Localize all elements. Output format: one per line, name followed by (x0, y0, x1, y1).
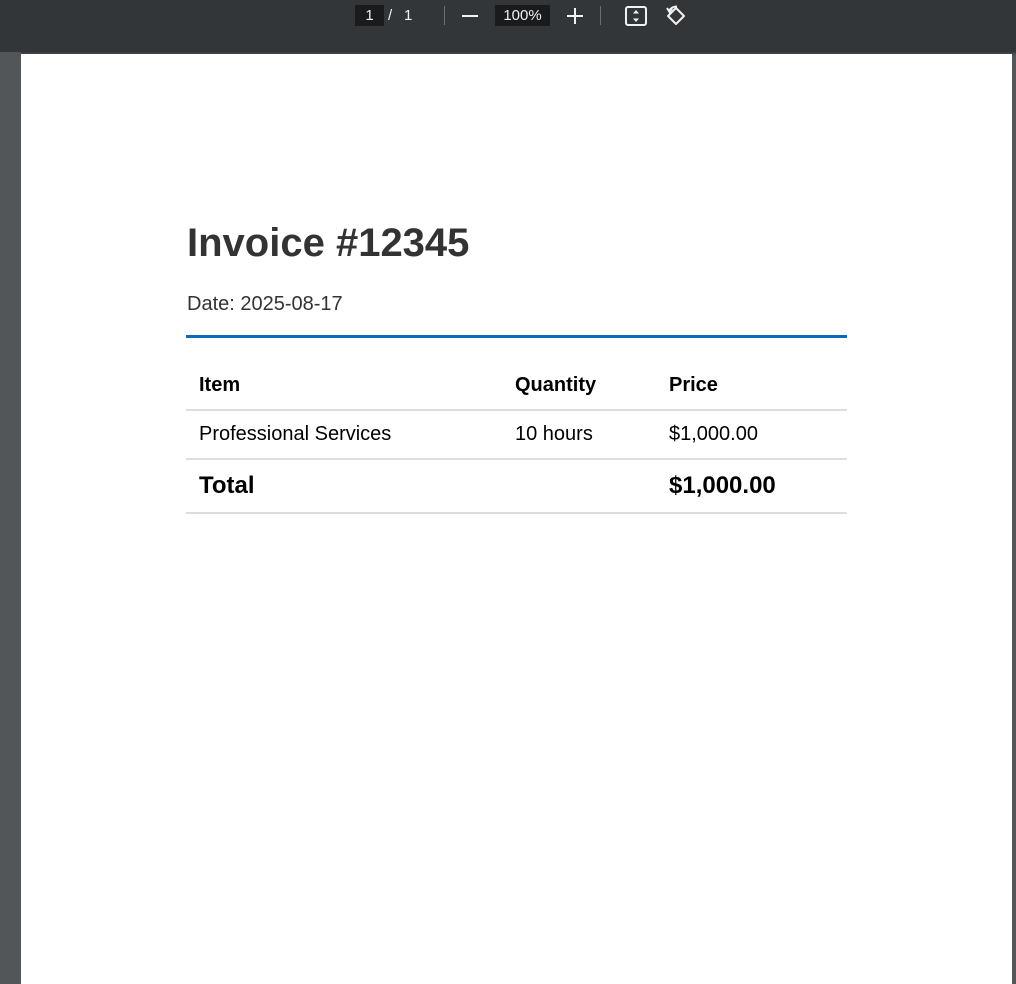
toolbar-divider (444, 6, 445, 25)
zoom-out-button[interactable] (456, 2, 484, 30)
page-number-input[interactable]: 1 (355, 5, 384, 26)
minus-icon (462, 15, 478, 17)
total-row: Total $1,000.00 (186, 459, 847, 514)
item-quantity-cell: 10 hours (502, 410, 656, 460)
viewer-background (0, 52, 21, 975)
pdf-page: Invoice #12345 Date: 2025-08-17 Item Qua… (21, 54, 1012, 984)
total-quantity-cell (502, 459, 656, 514)
invoice-date: Date: 2025-08-17 (187, 293, 343, 315)
table-header-row: Item Quantity Price (186, 361, 847, 411)
column-header-price: Price (656, 361, 847, 411)
plus-icon (567, 8, 583, 24)
page-count: 1 (404, 7, 413, 24)
table-row: Professional Services 10 hours $1,000.00 (186, 410, 847, 460)
rotate-icon (666, 5, 685, 25)
toolbar-divider (600, 6, 601, 25)
pdf-toolbar: 1 / 1 100% (0, 0, 1016, 52)
invoice-title: Invoice #12345 (187, 221, 470, 265)
header-divider (186, 335, 847, 338)
total-value: $1,000.00 (656, 459, 847, 514)
fit-to-page-icon (625, 6, 647, 26)
page-separator: / (388, 7, 393, 24)
rotate-button[interactable] (662, 2, 690, 30)
column-header-item: Item (186, 361, 502, 411)
item-name-cell: Professional Services (186, 410, 502, 460)
zoom-in-button[interactable] (561, 2, 589, 30)
zoom-level-input[interactable]: 100% (495, 5, 550, 26)
invoice-table: Item Quantity Price Professional Service… (186, 361, 847, 514)
total-label: Total (186, 459, 502, 514)
item-price-cell: $1,000.00 (656, 410, 847, 460)
fit-to-page-button[interactable] (622, 2, 650, 30)
column-header-quantity: Quantity (502, 361, 656, 411)
